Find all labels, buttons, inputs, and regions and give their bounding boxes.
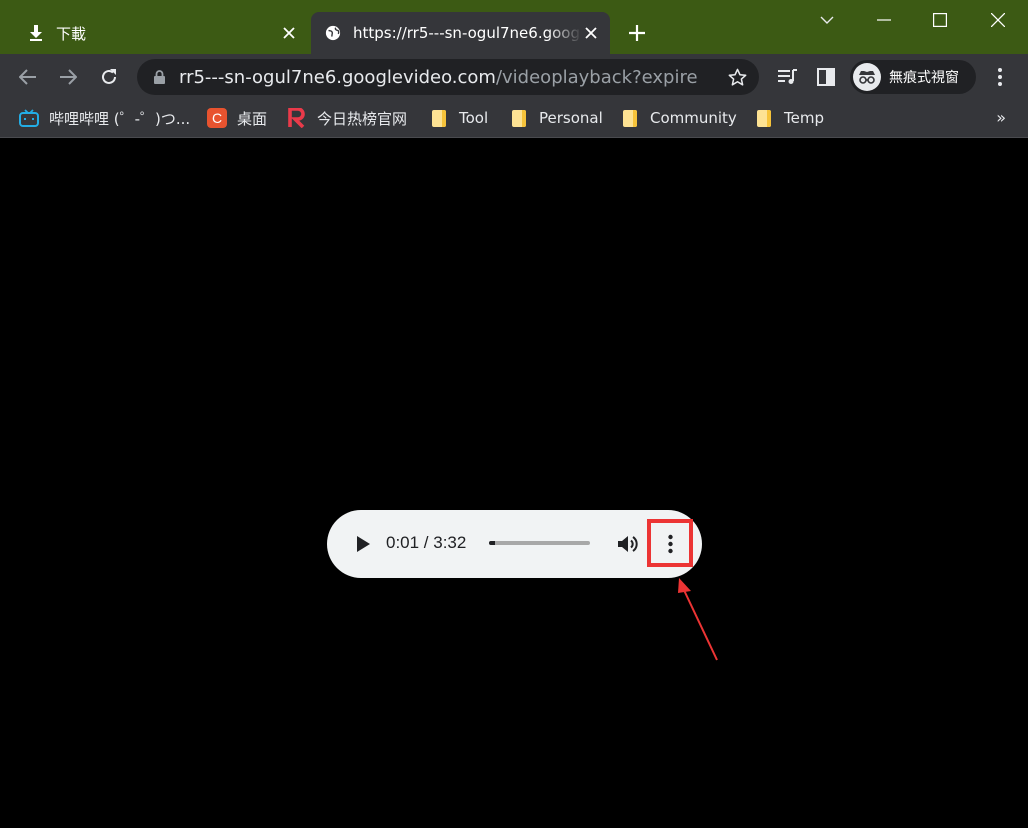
bookmark-label: Temp xyxy=(784,109,824,127)
bookmark-label: Personal xyxy=(539,109,603,127)
bookmark-label: 桌面 xyxy=(237,109,268,128)
chrome-menu-button[interactable] xyxy=(985,62,1015,92)
folder-icon xyxy=(754,108,774,128)
tab-googlevideo[interactable]: https://rr5---sn-ogul7ne6.googlevideo.co… xyxy=(311,12,610,54)
tab-downloads[interactable]: 下載 xyxy=(14,12,308,54)
highlight-box xyxy=(647,519,693,567)
seek-slider[interactable] xyxy=(489,541,590,545)
tab-search-icon[interactable] xyxy=(799,0,855,40)
new-tab-button[interactable] xyxy=(624,20,650,46)
profile-label: 無痕式視窗 xyxy=(889,70,959,86)
lock-icon[interactable] xyxy=(151,70,167,84)
maximize-button[interactable] xyxy=(912,0,968,40)
svg-text:C: C xyxy=(212,110,222,126)
incognito-profile-button[interactable]: 無痕式視窗 xyxy=(850,60,976,94)
url-host: rr5---sn-ogul7ne6.googlevideo.com xyxy=(179,66,496,88)
download-icon xyxy=(28,25,44,41)
bookmark-folder-community[interactable]: Community xyxy=(620,107,737,129)
bookmark-label: Tool xyxy=(459,109,489,127)
folder-icon xyxy=(620,108,640,128)
audio-player: 0:01 / 3:32 xyxy=(327,510,702,578)
url-path: /videoplayback?expire=1... xyxy=(495,66,699,88)
close-icon[interactable] xyxy=(582,24,600,42)
bookmark-folder-tool[interactable]: Tool xyxy=(429,107,488,129)
tab-title: 下載 xyxy=(56,24,87,43)
bookmark-folder-temp[interactable]: Temp xyxy=(754,107,824,129)
seek-progress-fill xyxy=(489,541,496,545)
close-window-button[interactable] xyxy=(970,0,1026,40)
bookmark-desktop[interactable]: C 桌面 xyxy=(207,107,267,129)
time-display: 0:01 / 3:32 xyxy=(386,533,467,552)
media-page xyxy=(0,139,1028,828)
bookmarks-bar: 哔哩哔哩 (゜-゜)つ... C 桌面 今日热榜官网 Tool Personal… xyxy=(0,100,1028,138)
folder-icon xyxy=(429,108,449,128)
bookmark-label: 哔哩哔哩 (゜-゜)つ... xyxy=(49,109,191,128)
globe-icon xyxy=(325,25,341,41)
reload-button[interactable] xyxy=(94,62,124,92)
tab-title: https://rr5---sn-ogul7ne6.googlevideo.co… xyxy=(353,24,582,42)
bookmark-tophub[interactable]: 今日热榜官网 xyxy=(287,107,407,129)
side-panel-icon[interactable] xyxy=(811,62,841,92)
r-app-icon xyxy=(287,108,307,128)
incognito-icon xyxy=(853,63,881,91)
bilibili-icon xyxy=(19,108,39,128)
c-app-icon: C xyxy=(207,108,227,128)
toolbar: rr5---sn-ogul7ne6.googlevideo.com/videop… xyxy=(0,54,1028,100)
play-button[interactable] xyxy=(351,532,375,556)
close-icon[interactable] xyxy=(280,24,298,42)
bookmark-folder-personal[interactable]: Personal xyxy=(509,107,603,129)
minimize-button[interactable] xyxy=(856,0,912,40)
bookmark-label: 今日热榜官网 xyxy=(317,109,408,128)
bookmark-bilibili[interactable]: 哔哩哔哩 (゜-゜)つ... xyxy=(19,107,190,129)
volume-button[interactable] xyxy=(617,532,641,556)
tab-strip: 下載 https://rr5---sn-ogul7ne6.googlevideo… xyxy=(0,0,1028,54)
forward-button[interactable] xyxy=(53,62,83,92)
media-control-icon[interactable] xyxy=(773,62,803,92)
address-bar[interactable]: rr5---sn-ogul7ne6.googlevideo.com/videop… xyxy=(137,59,759,95)
bookmarks-overflow-button[interactable]: » xyxy=(996,108,1006,127)
back-button[interactable] xyxy=(13,62,43,92)
annotation-arrow xyxy=(678,578,718,661)
folder-icon xyxy=(509,108,529,128)
url-text: rr5---sn-ogul7ne6.googlevideo.com/videop… xyxy=(179,67,699,88)
bookmark-label: Community xyxy=(650,109,737,127)
bookmark-star-icon[interactable] xyxy=(727,67,747,87)
